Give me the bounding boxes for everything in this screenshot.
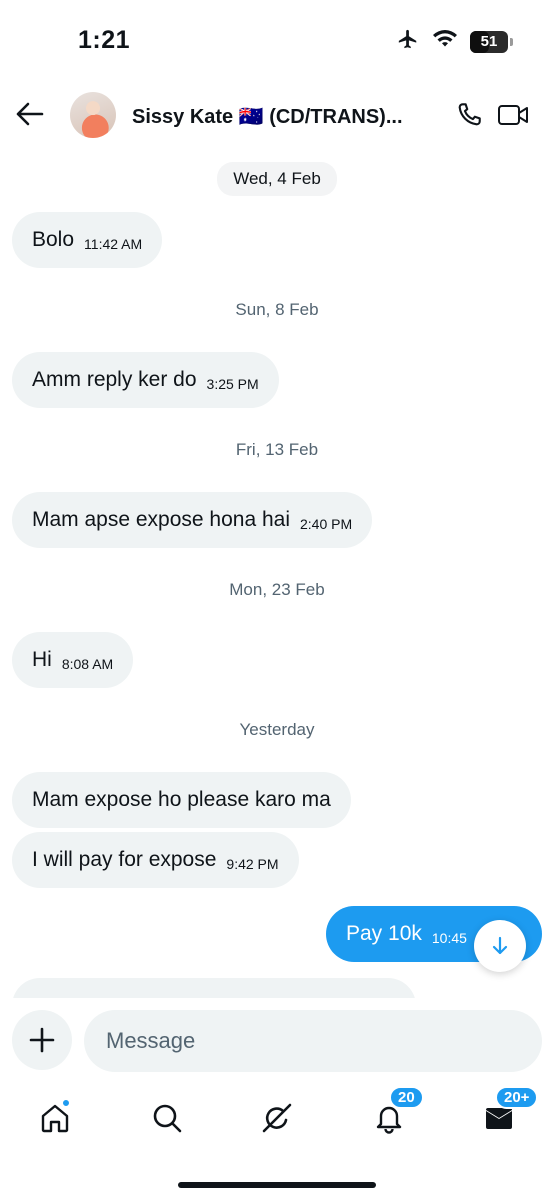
back-button[interactable] — [14, 98, 46, 130]
bottom-navigation: 20 20+ — [0, 1086, 554, 1152]
arrow-down-icon — [492, 936, 508, 955]
message-time: 8:08 AM — [61, 656, 114, 672]
search-icon — [153, 1104, 182, 1133]
contact-avatar[interactable] — [70, 92, 116, 138]
video-call-button[interactable] — [496, 98, 530, 132]
battery-level: 51 — [480, 33, 498, 50]
wifi-icon — [432, 29, 458, 54]
battery-icon: 51 — [470, 30, 513, 53]
add-attachment-button[interactable] — [12, 1010, 72, 1070]
phone-icon — [458, 103, 481, 126]
message-time: 2:40 PM — [300, 516, 353, 532]
message-input[interactable] — [84, 1010, 542, 1072]
message-time: 11:42 AM — [84, 236, 143, 252]
notifications-badge: 20 — [389, 1086, 424, 1109]
nav-notifications[interactable]: 20 — [367, 1086, 424, 1140]
date-separator: Yesterday — [239, 720, 315, 739]
nav-messages[interactable]: 20+ — [477, 1086, 539, 1140]
nav-home[interactable] — [33, 1096, 77, 1140]
grok-icon — [262, 1103, 292, 1133]
messages-badge: 20+ — [495, 1086, 539, 1109]
date-separator: Sun, 8 Feb — [235, 300, 319, 319]
conversation-header: Sissy Kate 🇦🇺 (CD/TRANS)... — [0, 84, 554, 146]
status-icons: 51 — [396, 28, 513, 55]
nav-grok[interactable] — [255, 1096, 299, 1140]
contact-name[interactable]: Sissy Kate 🇦🇺 (CD/TRANS)... — [132, 104, 414, 129]
message-bubble-received[interactable]: Bolo 11:42 AM — [12, 212, 163, 268]
home-indicator[interactable] — [178, 1182, 376, 1188]
message-bubble-received[interactable]: Mam apse expose hona hai 2:40 PM — [12, 492, 373, 548]
message-bubble-received[interactable]: Hi 8:08 AM — [12, 632, 134, 688]
date-separator: Wed, 4 Feb — [0, 162, 554, 196]
video-icon — [498, 105, 528, 125]
date-separator: Fri, 13 Feb — [235, 440, 319, 459]
plus-icon — [29, 1027, 55, 1053]
date-separator: Mon, 23 Feb — [229, 580, 325, 599]
message-text: Mam apse expose hona hai — [32, 508, 290, 531]
message-composer — [0, 1006, 554, 1078]
nav-search[interactable] — [145, 1096, 189, 1140]
message-bubble-received[interactable]: I will pay for expose 9:42 PM — [12, 832, 299, 888]
dm-screen: 1:21 51 Sissy Kate 🇦🇺 (CD/TRANS)... Wed,… — [0, 0, 554, 1200]
message-text: I will pay for expose — [32, 848, 217, 871]
scroll-to-bottom-button[interactable] — [474, 920, 526, 972]
back-arrow-icon — [16, 102, 44, 126]
message-list[interactable]: Wed, 4 Feb Bolo 11:42 AM Sun, 8 Feb Amm … — [0, 146, 554, 998]
message-text: Bolo — [32, 228, 75, 251]
message-time: 10:45 — [431, 930, 467, 946]
message-bubble-received[interactable]: Amm reply ker do 3:25 PM — [12, 352, 279, 408]
message-bubble-received[interactable]: Mam expose ho please karo ma — [12, 772, 351, 828]
message-text: Amm reply ker do — [32, 368, 197, 391]
message-text: Pay 10k — [346, 922, 422, 945]
message-time: 3:25 PM — [206, 376, 259, 392]
home-unread-dot — [61, 1098, 71, 1108]
message-bubble-received-partial[interactable] — [12, 978, 416, 998]
message-text: Mam expose ho please karo ma — [32, 788, 331, 811]
message-text: Hi — [32, 648, 52, 671]
airplane-icon — [396, 28, 420, 55]
status-bar: 1:21 51 — [0, 0, 554, 84]
status-time: 1:21 — [78, 26, 131, 54]
message-time: 9:42 PM — [226, 856, 279, 872]
voice-call-button[interactable] — [452, 98, 486, 132]
